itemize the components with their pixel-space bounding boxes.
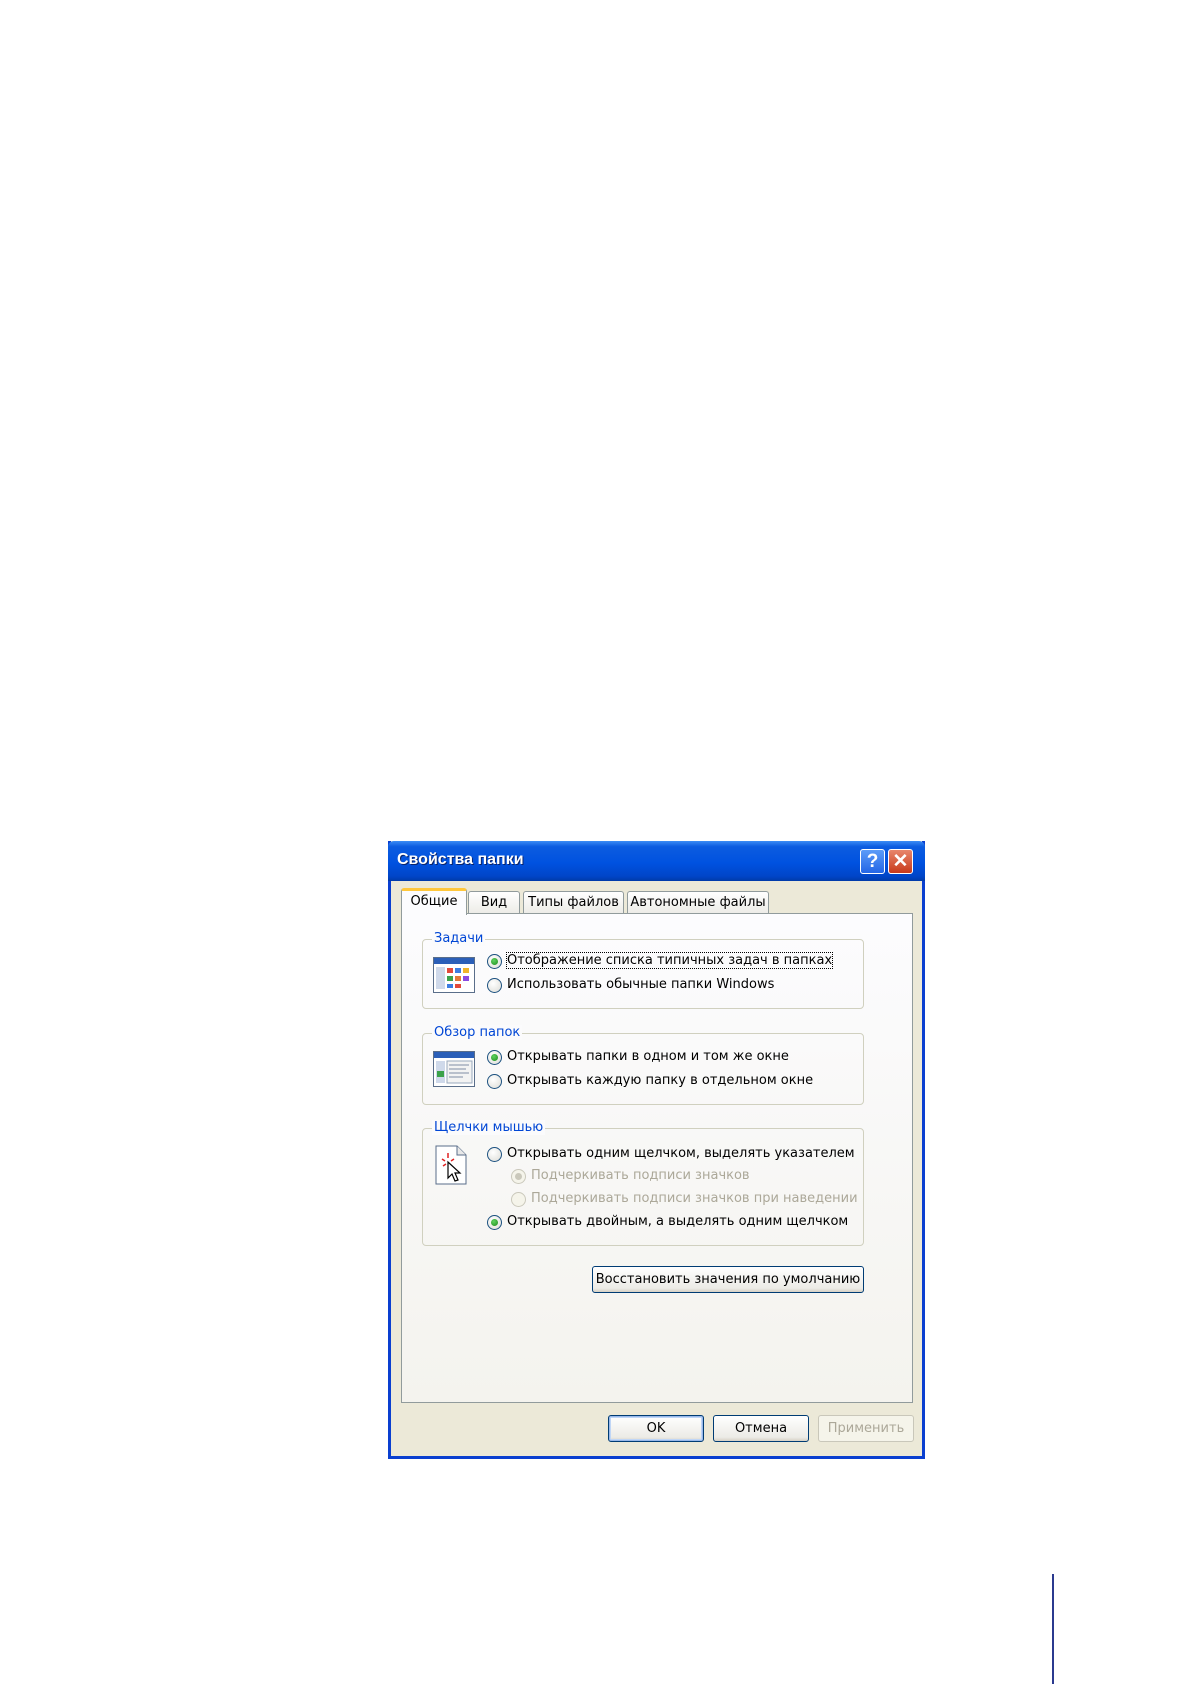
radio-button-checked[interactable] — [487, 1215, 502, 1230]
group-tasks: Задачи Отображение списка типичных задач… — [422, 931, 864, 1009]
restore-defaults-button[interactable]: Восстановить значения по умолчанию — [592, 1266, 864, 1293]
radio-button[interactable] — [487, 1074, 502, 1089]
tab-view[interactable]: Вид — [468, 891, 520, 914]
tab-offline-files[interactable]: Автономные файлы — [627, 891, 769, 914]
cursor-click-icon — [435, 1145, 467, 1185]
apply-button[interactable]: Применить — [818, 1415, 914, 1442]
radio-button-disabled — [511, 1192, 526, 1207]
page-margin-rule — [1052, 1574, 1054, 1684]
group-mouse-clicks: Щелчки мышью Открывать одним щелчком, вы… — [422, 1120, 864, 1246]
radio-button-disabled-checked — [511, 1169, 526, 1184]
radio-button[interactable] — [487, 978, 502, 993]
close-button[interactable]: ✕ — [888, 849, 913, 874]
tab-panel-general: Задачи Отображение списка типичных задач… — [401, 913, 913, 1403]
cancel-button[interactable]: Отмена — [713, 1415, 809, 1442]
group-title-clicks: Щелчки мышью — [432, 1120, 546, 1135]
group-title-tasks: Задачи — [432, 931, 486, 946]
radio-button[interactable] — [487, 1147, 502, 1162]
dialog-title: Свойства папки — [397, 851, 524, 868]
title-bar[interactable]: Свойства папки ? ✕ — [388, 841, 925, 881]
task-folder-icon — [433, 957, 475, 993]
ok-button[interactable]: OK — [608, 1415, 704, 1442]
radio-button-checked[interactable] — [487, 954, 502, 969]
radio-button-checked[interactable] — [487, 1050, 502, 1065]
folder-window-icon — [433, 1051, 475, 1087]
help-button[interactable]: ? — [860, 849, 885, 874]
folder-options-dialog: Свойства папки ? ✕ Общие Вид Типы файлов… — [388, 841, 925, 1459]
close-icon: ✕ — [892, 851, 909, 872]
question-mark-icon: ? — [866, 851, 879, 872]
tab-file-types[interactable]: Типы файлов — [523, 891, 624, 914]
group-browse-folders: Обзор папок Открывать папки в одном и то… — [422, 1025, 864, 1105]
group-title-browse: Обзор папок — [432, 1025, 523, 1040]
tab-general[interactable]: Общие — [401, 888, 467, 915]
